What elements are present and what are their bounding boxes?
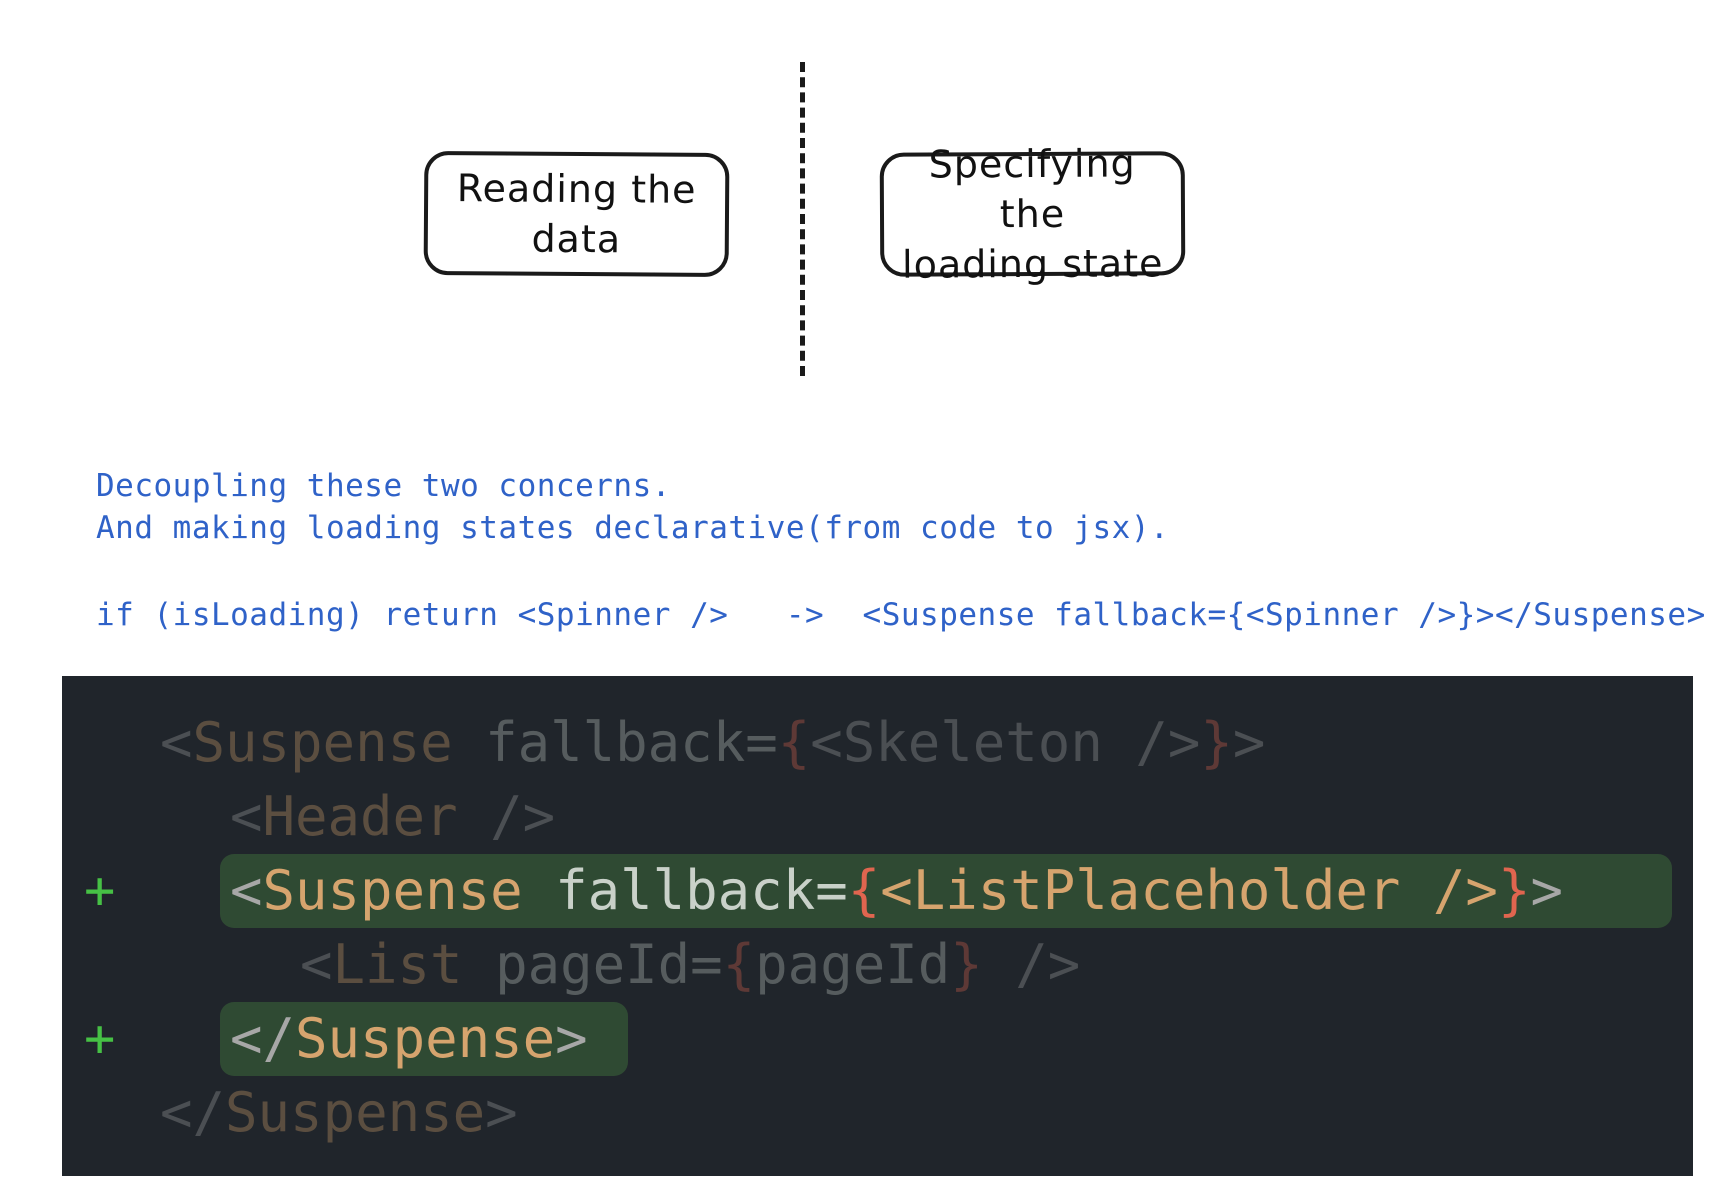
note-line-1: Decoupling these two concerns. (96, 468, 671, 504)
code-line-4: <List pageId={pageId} /> (300, 933, 1081, 996)
code-line-3: <Suspense fallback={<ListPlaceholder />}… (230, 859, 1563, 922)
note-line-2: And making loading states declarative(fr… (96, 510, 1170, 546)
code-line-1: <Suspense fallback={<Skeleton />}> (160, 711, 1266, 774)
reading-data-box: Reading the data (423, 150, 730, 278)
reading-data-label: Reading the data (456, 166, 697, 262)
added-marker: + (84, 861, 116, 921)
divider-line (800, 62, 805, 376)
code-line-5: </Suspense> (230, 1007, 588, 1070)
loading-state-label: Specifying the loading state (901, 141, 1164, 287)
added-marker: + (84, 1009, 116, 1069)
code-panel: <Suspense fallback={<Skeleton />}> <Head… (62, 676, 1693, 1176)
loading-state-box: Specifying the loading state (879, 141, 1186, 287)
note-line-3: if (isLoading) return <Spinner /> -> <Su… (96, 597, 1706, 633)
code-line-6: </Suspense> (160, 1081, 518, 1144)
code-line-2: <Header /> (230, 785, 556, 848)
